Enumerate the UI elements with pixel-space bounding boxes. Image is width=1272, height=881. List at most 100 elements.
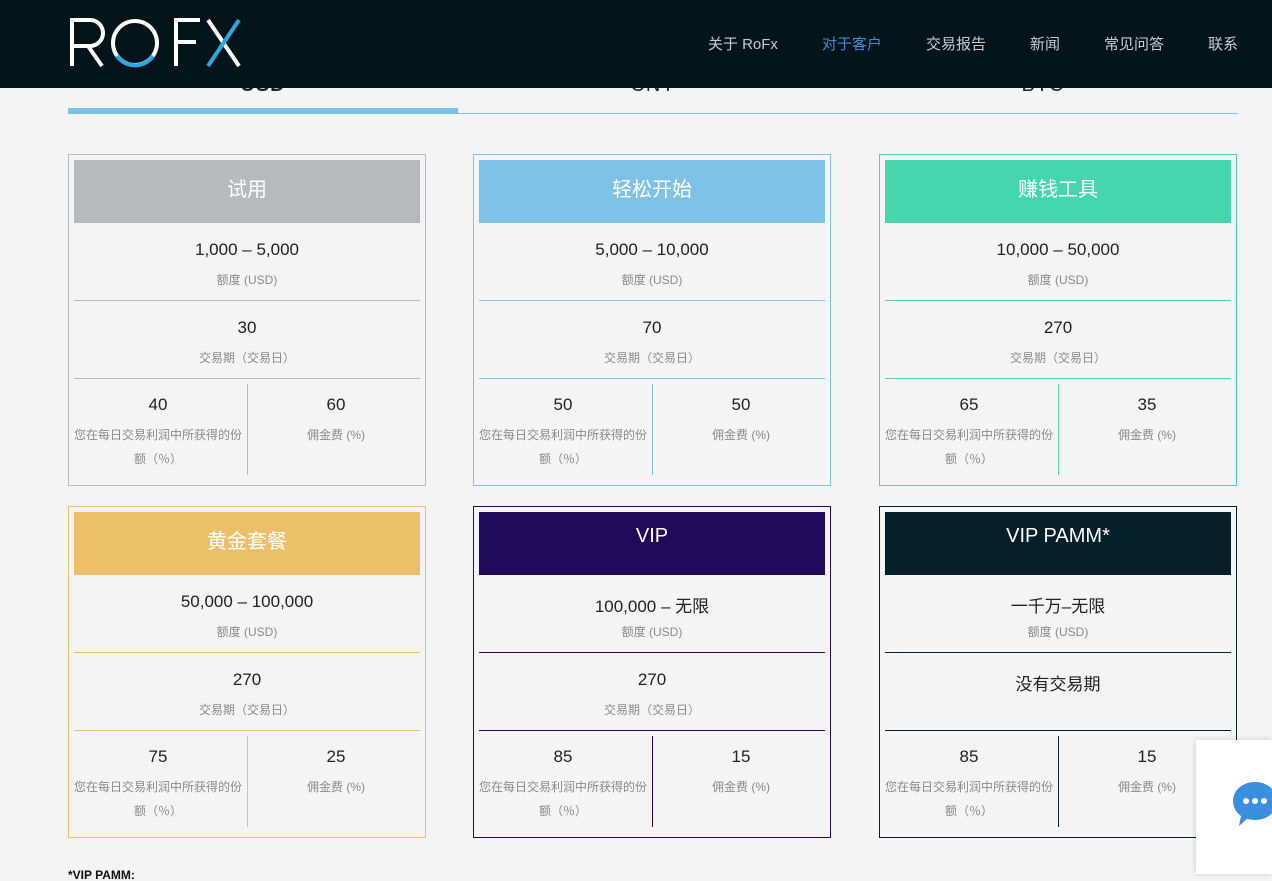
nav-item-5[interactable]: 联系	[1208, 33, 1238, 54]
column-divider	[247, 736, 248, 827]
commission-fee-value: 35	[1137, 395, 1157, 414]
column-divider	[1058, 736, 1059, 827]
commission-fee: 50 佣金费 (%)	[654, 395, 828, 447]
divider	[885, 300, 1231, 301]
main-nav: 关于 RoFx 对于客户 交易报告 新闻 常见问答 联系	[664, 33, 1238, 54]
commission-fee-value: 60	[326, 395, 346, 414]
divider	[479, 378, 825, 379]
plan-card: 试用 1,000 – 5,000 额度 (USD) 30 交易期（交易日） 40…	[68, 154, 426, 486]
tab-cny[interactable]: CNY	[458, 88, 848, 97]
tab-usd[interactable]: USD	[68, 88, 458, 97]
plan-amount: 10,000 – 50,000	[996, 240, 1120, 259]
commission-fee-label: 佣金费 (%)	[307, 780, 365, 794]
plan-title: 赚钱工具	[885, 160, 1231, 223]
plan-period-label: 交易期（交易日）	[198, 351, 295, 365]
profit-share: 65 您在每日交易利润中所获得的份额（％）	[882, 395, 1056, 471]
commission-fee-label: 佣金费 (%)	[712, 428, 770, 442]
plan-amount-label: 额度 (USD)	[621, 273, 683, 287]
plan-amount-label: 额度 (USD)	[216, 273, 278, 287]
plan-card: VIP PAMM* 一千万–无限 额度 (USD) 没有交易期 85 您在每日交…	[879, 506, 1237, 838]
plan-amount: 50,000 – 100,000	[180, 592, 314, 611]
commission-fee-label: 佣金费 (%)	[1118, 428, 1176, 442]
profit-share-value: 75	[148, 747, 168, 766]
plan-card: VIP 100,000 – 无限 额度 (USD) 270 交易期（交易日） 8…	[473, 506, 831, 838]
plan-title: VIP PAMM*	[885, 512, 1231, 575]
profit-share-label: 您在每日交易利润中所获得的份额（％）	[478, 780, 647, 818]
plan-amount: 100,000 – 无限	[594, 597, 710, 616]
divider	[74, 300, 420, 301]
plan-period: 30	[237, 318, 257, 337]
nav-item-0[interactable]: 关于 RoFx	[708, 33, 778, 54]
rofx-logo[interactable]	[68, 12, 243, 72]
commission-fee-value: 25	[326, 747, 346, 766]
divider	[479, 730, 825, 731]
column-divider	[1058, 384, 1059, 475]
plan-amount-label: 额度 (USD)	[216, 625, 278, 639]
column-divider	[652, 384, 653, 475]
profit-share-value: 50	[553, 395, 573, 414]
profit-share: 50 您在每日交易利润中所获得的份额（％）	[476, 395, 650, 471]
plan-amount: 1,000 – 5,000	[195, 240, 299, 259]
profit-share-value: 40	[148, 395, 168, 414]
commission-fee: 25 佣金费 (%)	[249, 747, 423, 799]
plan-amount: 一千万–无限	[1010, 597, 1106, 616]
profit-share-value: 85	[553, 747, 573, 766]
footnote: *VIP PAMM:	[68, 868, 135, 881]
divider	[885, 652, 1231, 653]
plan-amount-label: 额度 (USD)	[1027, 625, 1089, 639]
plan-period-label: 交易期（交易日）	[603, 351, 700, 365]
plan-amount-label: 额度 (USD)	[621, 625, 683, 639]
plan-amount-label: 额度 (USD)	[1027, 273, 1089, 287]
commission-fee: 60 佣金费 (%)	[249, 395, 423, 447]
plan-period: 270	[1043, 318, 1073, 337]
commission-fee: 15 佣金费 (%)	[654, 747, 828, 799]
plan-title: 轻松开始	[479, 160, 825, 223]
profit-share-label: 您在每日交易利润中所获得的份额（％）	[884, 428, 1053, 466]
divider	[479, 652, 825, 653]
commission-fee: 35 佣金费 (%)	[1060, 395, 1234, 447]
plan-title: VIP	[479, 512, 825, 575]
plan-period-label: 交易期（交易日）	[603, 703, 700, 717]
divider	[74, 378, 420, 379]
plan-period: 270	[232, 670, 262, 689]
plan-card: 轻松开始 5,000 – 10,000 额度 (USD) 70 交易期（交易日）…	[473, 154, 831, 486]
profit-share-label: 您在每日交易利润中所获得的份额（％）	[884, 780, 1053, 818]
profit-share: 40 您在每日交易利润中所获得的份额（％）	[71, 395, 245, 471]
column-divider	[652, 736, 653, 827]
profit-share: 85 您在每日交易利润中所获得的份额（％）	[882, 747, 1056, 823]
commission-fee-label: 佣金费 (%)	[712, 780, 770, 794]
profit-share-value: 85	[959, 747, 979, 766]
profit-share-label: 您在每日交易利润中所获得的份额（％）	[73, 428, 242, 466]
divider	[885, 378, 1231, 379]
plan-period: 没有交易期	[1015, 675, 1101, 694]
nav-item-2[interactable]: 交易报告	[926, 33, 986, 54]
profit-share-label: 您在每日交易利润中所获得的份额（％）	[478, 428, 647, 466]
plan-period-label: 交易期（交易日）	[198, 703, 295, 717]
site-header: 关于 RoFx 对于客户 交易报告 新闻 常见问答 联系	[0, 0, 1272, 88]
commission-fee-value: 15	[731, 747, 751, 766]
commission-fee-label: 佣金费 (%)	[307, 428, 365, 442]
divider	[74, 730, 420, 731]
plan-period-label: 交易期（交易日）	[1009, 351, 1106, 365]
chat-bubble-icon[interactable]	[1233, 780, 1272, 828]
nav-item-4[interactable]: 常见问答	[1104, 33, 1164, 54]
divider	[479, 300, 825, 301]
profit-share: 75 您在每日交易利润中所获得的份额（％）	[71, 747, 245, 823]
plan-amount: 5,000 – 10,000	[595, 240, 709, 259]
nav-item-3[interactable]: 新闻	[1030, 33, 1060, 54]
profit-share: 85 您在每日交易利润中所获得的份额（％）	[476, 747, 650, 823]
tab-btc[interactable]: BTC	[848, 88, 1238, 97]
profit-share-value: 65	[959, 395, 979, 414]
divider	[885, 730, 1231, 731]
plan-title: 黄金套餐	[74, 512, 420, 575]
active-tab-indicator	[68, 108, 458, 113]
plan-period: 270	[637, 670, 667, 689]
plan-title: 试用	[74, 160, 420, 223]
nav-item-1[interactable]: 对于客户	[822, 33, 882, 54]
column-divider	[247, 384, 248, 475]
plan-period: 70	[642, 318, 662, 337]
plan-card: 黄金套餐 50,000 – 100,000 额度 (USD) 270 交易期（交…	[68, 506, 426, 838]
divider	[74, 652, 420, 653]
commission-fee-value: 50	[731, 395, 751, 414]
profit-share-label: 您在每日交易利润中所获得的份额（％）	[73, 780, 242, 818]
